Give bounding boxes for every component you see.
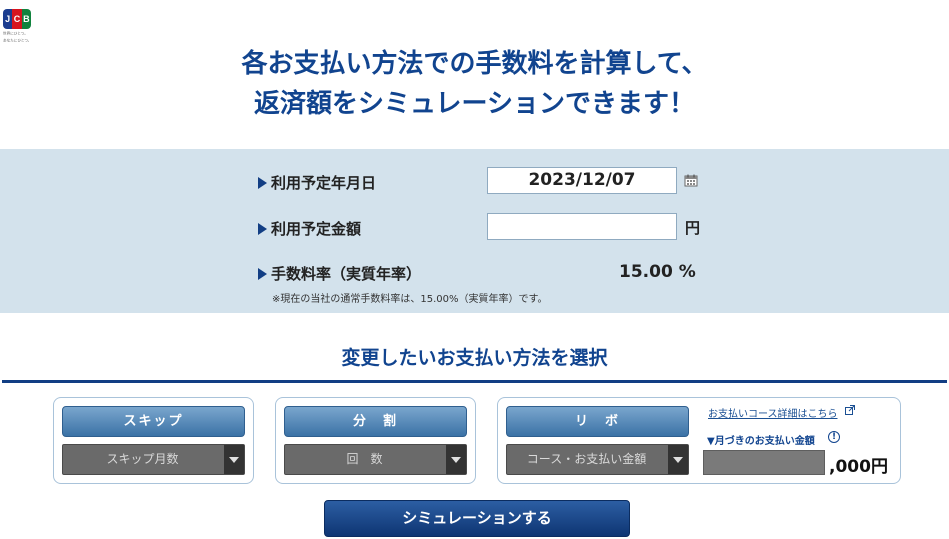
monthly-payment-suffix: ,000円 <box>829 457 888 477</box>
headline-line-1: 各お支払い方法での手数料を計算して、 <box>241 49 708 79</box>
revolving-course-select[interactable]: コース・お支払い金額 <box>506 444 689 475</box>
payment-method-title: 変更したいお支払い方法を選択 <box>341 347 608 369</box>
logo-tagline-1: 世界にひとつ。 <box>3 31 28 36</box>
external-link-icon[interactable] <box>845 405 855 415</box>
skip-card: スキップ スキップ月数 <box>53 397 254 484</box>
monthly-payment-label: ▼月づきのお支払い金額 <box>707 436 815 447</box>
amount-unit: 円 <box>685 219 701 237</box>
info-icon[interactable]: ! <box>828 431 840 443</box>
triangle-bullet-icon <box>258 268 267 280</box>
simulate-button[interactable]: シミュレーションする <box>324 500 630 537</box>
jcb-logo: JCB 世界にひとつ。 あなたにひとつ。 <box>3 9 35 45</box>
rate-label: 手数料率（実質年率） <box>258 263 421 284</box>
date-input[interactable]: 2023/12/07 <box>487 167 677 194</box>
date-label: 利用予定年月日 <box>258 172 376 193</box>
simulation-form-panel <box>0 149 949 313</box>
chevron-down-icon <box>446 445 466 474</box>
triangle-bullet-icon <box>258 177 267 189</box>
headline-line-2: 返済額をシミュレーションできます！ <box>254 89 695 119</box>
calendar-icon[interactable] <box>684 174 698 187</box>
installment-count-select[interactable]: 回 数 <box>284 444 467 475</box>
installment-count-select-value: 回 数 <box>346 452 383 466</box>
skip-months-select-value: スキップ月数 <box>106 452 179 466</box>
logo-tagline-2: あなたにひとつ。 <box>3 38 32 43</box>
chevron-down-icon <box>668 445 688 474</box>
installment-button[interactable]: 分 割 <box>284 406 467 437</box>
page-headline: 各お支払い方法での手数料を計算して、 返済額をシミュレーションできます！ <box>0 44 949 124</box>
installment-card: 分 割 回 数 <box>275 397 476 484</box>
section-divider <box>2 380 947 383</box>
triangle-bullet-icon <box>258 223 267 235</box>
skip-months-select[interactable]: スキップ月数 <box>62 444 245 475</box>
revolving-course-select-value: コース・お支払い金額 <box>526 452 647 466</box>
course-details-link[interactable]: お支払いコース詳細はこちら <box>708 405 838 420</box>
amount-input[interactable] <box>487 213 677 240</box>
revolving-button[interactable]: リ ボ <box>506 406 689 437</box>
rate-note: ※現在の当社の通常手数料率は、15.00%（実質年率）です。 <box>272 294 548 305</box>
jcb-logo-mark: JCB <box>3 9 31 29</box>
amount-label: 利用予定金額 <box>258 218 361 239</box>
monthly-payment-input[interactable] <box>703 450 825 475</box>
skip-button[interactable]: スキップ <box>62 406 245 437</box>
rate-value: 15.00 % <box>619 262 696 282</box>
chevron-down-icon <box>224 445 244 474</box>
